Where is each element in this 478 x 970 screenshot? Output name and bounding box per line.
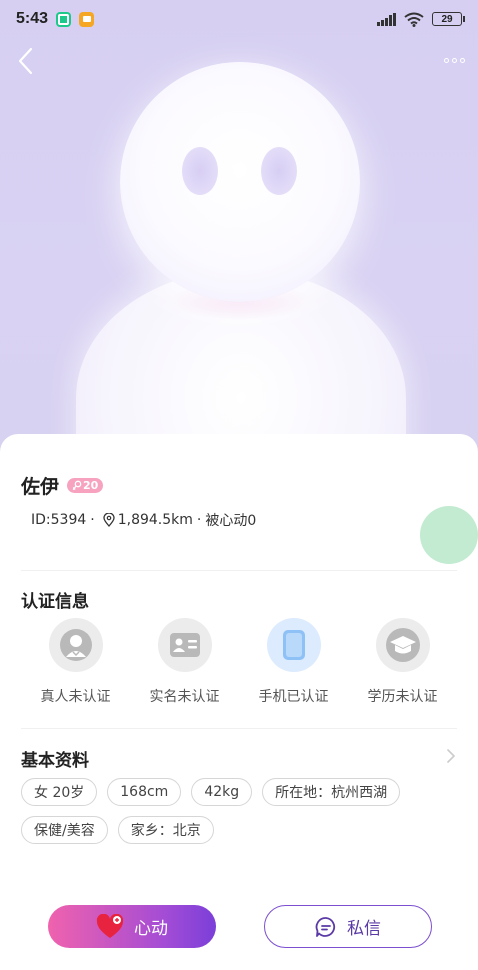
floating-action-circle[interactable] [420,506,478,564]
avatar-head [120,62,360,302]
like-button[interactable]: 心动 [48,905,216,948]
age-badge: 20 [67,478,104,493]
location-pin-icon [103,513,115,527]
verify-label: 实名未认证 [149,689,220,705]
battery-level: 29 [441,13,453,25]
basic-info-tags: 女 20岁 168cm 42kg 所在地：杭州西湖 保健/美容 家乡：北京 [21,778,457,844]
status-time: 5:43 [16,10,49,27]
basic-info-title: 基本资料 [21,751,89,771]
heart-icon [96,913,124,938]
message-label: 私信 [347,919,381,939]
verify-label: 学历未认证 [367,689,438,705]
verify-icon-wrap [266,618,321,672]
chat-bubble-icon [315,916,336,937]
profile-meta: ID:5394 · 1,894.5km · 被心动0 [31,510,256,530]
verify-label: 手机已认证 [258,689,329,705]
verification-title: 认证信息 [21,592,89,612]
battery-icon: 29 [432,12,465,26]
user-id: ID:5394 [31,512,87,528]
verify-label: 真人未认证 [40,689,111,705]
verify-item-phone[interactable]: 手机已认证 [239,618,348,706]
verify-item-education[interactable]: 学历未认证 [348,618,457,706]
age-value: 20 [83,479,99,492]
divider [21,570,457,571]
phone-icon [282,630,305,660]
profile-name: 佐伊 [21,476,60,498]
verify-item-real-person[interactable]: 真人未认证 [21,618,130,706]
status-bar: 5:43 29 [0,0,478,38]
profile-hero-image [0,0,478,470]
avatar-eye-right [261,147,297,195]
info-tag: 女 20岁 [21,778,98,806]
verify-icon-wrap [157,618,212,672]
distance: 1,894.5km [117,512,193,528]
verify-icon-wrap [375,618,430,672]
id-card-icon [169,633,200,657]
wifi-icon [404,12,424,27]
female-symbol-icon [72,480,82,491]
info-tag: 家乡：北京 [117,816,214,844]
chevron-right-icon[interactable] [446,748,456,764]
divider [21,728,457,729]
meta-separator: · [90,512,95,528]
verify-icon-wrap [48,618,103,672]
shield-app-icon [56,11,72,27]
like-label: 心动 [134,919,168,939]
profile-card: 佐伊 20 ID:5394 · 1,894.5km · 被心动0 认证信息 真人… [0,434,478,970]
message-button[interactable]: 私信 [264,905,432,948]
info-tag: 所在地：杭州西湖 [262,778,401,806]
info-tag: 保健/美容 [21,816,108,844]
info-tag: 42kg [191,778,253,806]
info-tag: 168cm [107,778,182,806]
likes-count: 被心动0 [205,513,257,529]
avatar-eye-left [182,147,218,195]
verification-list: 真人未认证 实名未认证 手机已认证 学历未认证 [0,618,478,706]
graduation-cap-icon [385,628,420,662]
meta-separator: · [196,512,202,528]
more-options-icon[interactable] [444,52,466,68]
verify-item-real-name[interactable]: 实名未认证 [130,618,239,706]
person-icon [59,629,92,661]
notes-app-icon [79,11,95,27]
signal-icon [377,12,396,26]
back-icon[interactable] [14,46,38,76]
